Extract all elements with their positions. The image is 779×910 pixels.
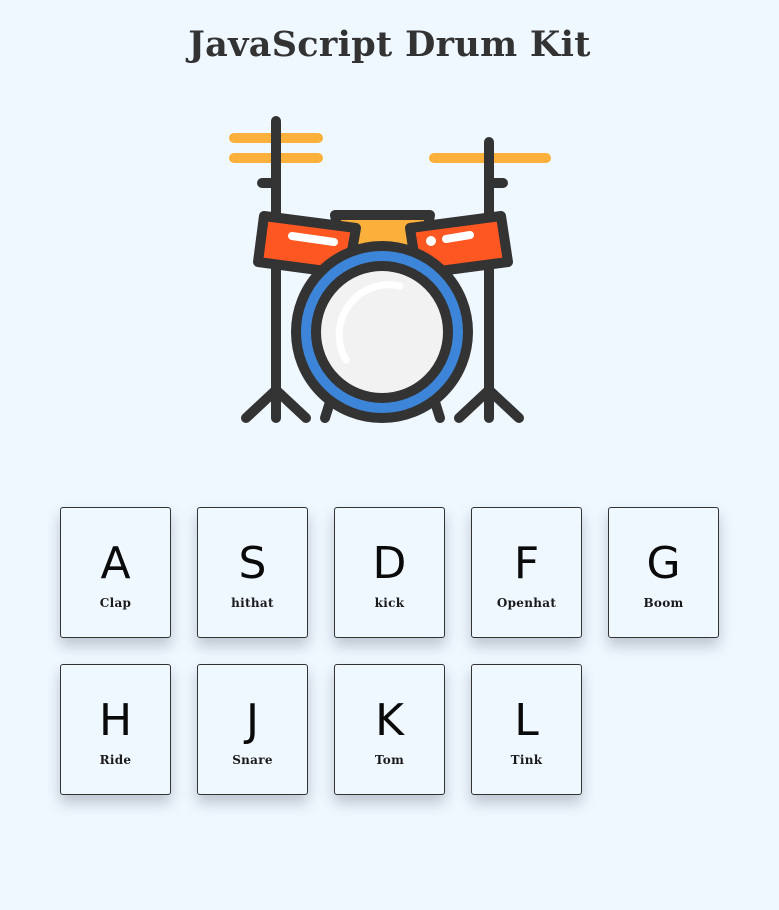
pad-sound-label: Ride [99,753,132,767]
drum-pad-a[interactable]: A Clap [60,507,171,638]
right-stand [454,137,524,423]
pad-key-label: H [98,695,133,746]
pad-key-label: G [646,538,681,589]
pad-sound-label: kick [374,596,405,610]
pad-sound-label: hithat [231,596,274,610]
drum-pad-grid: A Clap S hithat D kick F Openhat G Boom … [60,507,730,795]
drum-pad-h[interactable]: H Ride [60,664,171,795]
pad-key-label: J [246,695,259,746]
pad-sound-label: Boom [643,596,684,610]
drum-kit-icon [229,116,551,423]
pad-sound-label: Openhat [496,596,557,610]
pad-sound-label: Tink [510,753,543,767]
drum-pad-s[interactable]: S hithat [197,507,308,638]
drum-pad-l[interactable]: L Tink [471,664,582,795]
pad-sound-label: Snare [232,753,273,767]
drum-pad-k[interactable]: K Tom [334,664,445,795]
pad-key-label: F [513,538,540,589]
pad-key-label: S [238,538,267,589]
bass-drum [291,241,473,423]
pad-sound-label: Tom [374,753,405,767]
drum-pad-f[interactable]: F Openhat [471,507,582,638]
drum-pad-d[interactable]: D kick [334,507,445,638]
page-title: JavaScript Drum Kit [188,24,591,65]
pad-key-label: D [372,538,407,589]
pad-key-label: A [100,538,131,589]
drum-pad-g[interactable]: G Boom [608,507,719,638]
pad-sound-label: Clap [99,596,132,610]
pad-key-label: K [375,695,404,746]
drum-pad-j[interactable]: J Snare [197,664,308,795]
pad-key-label: L [514,695,539,746]
